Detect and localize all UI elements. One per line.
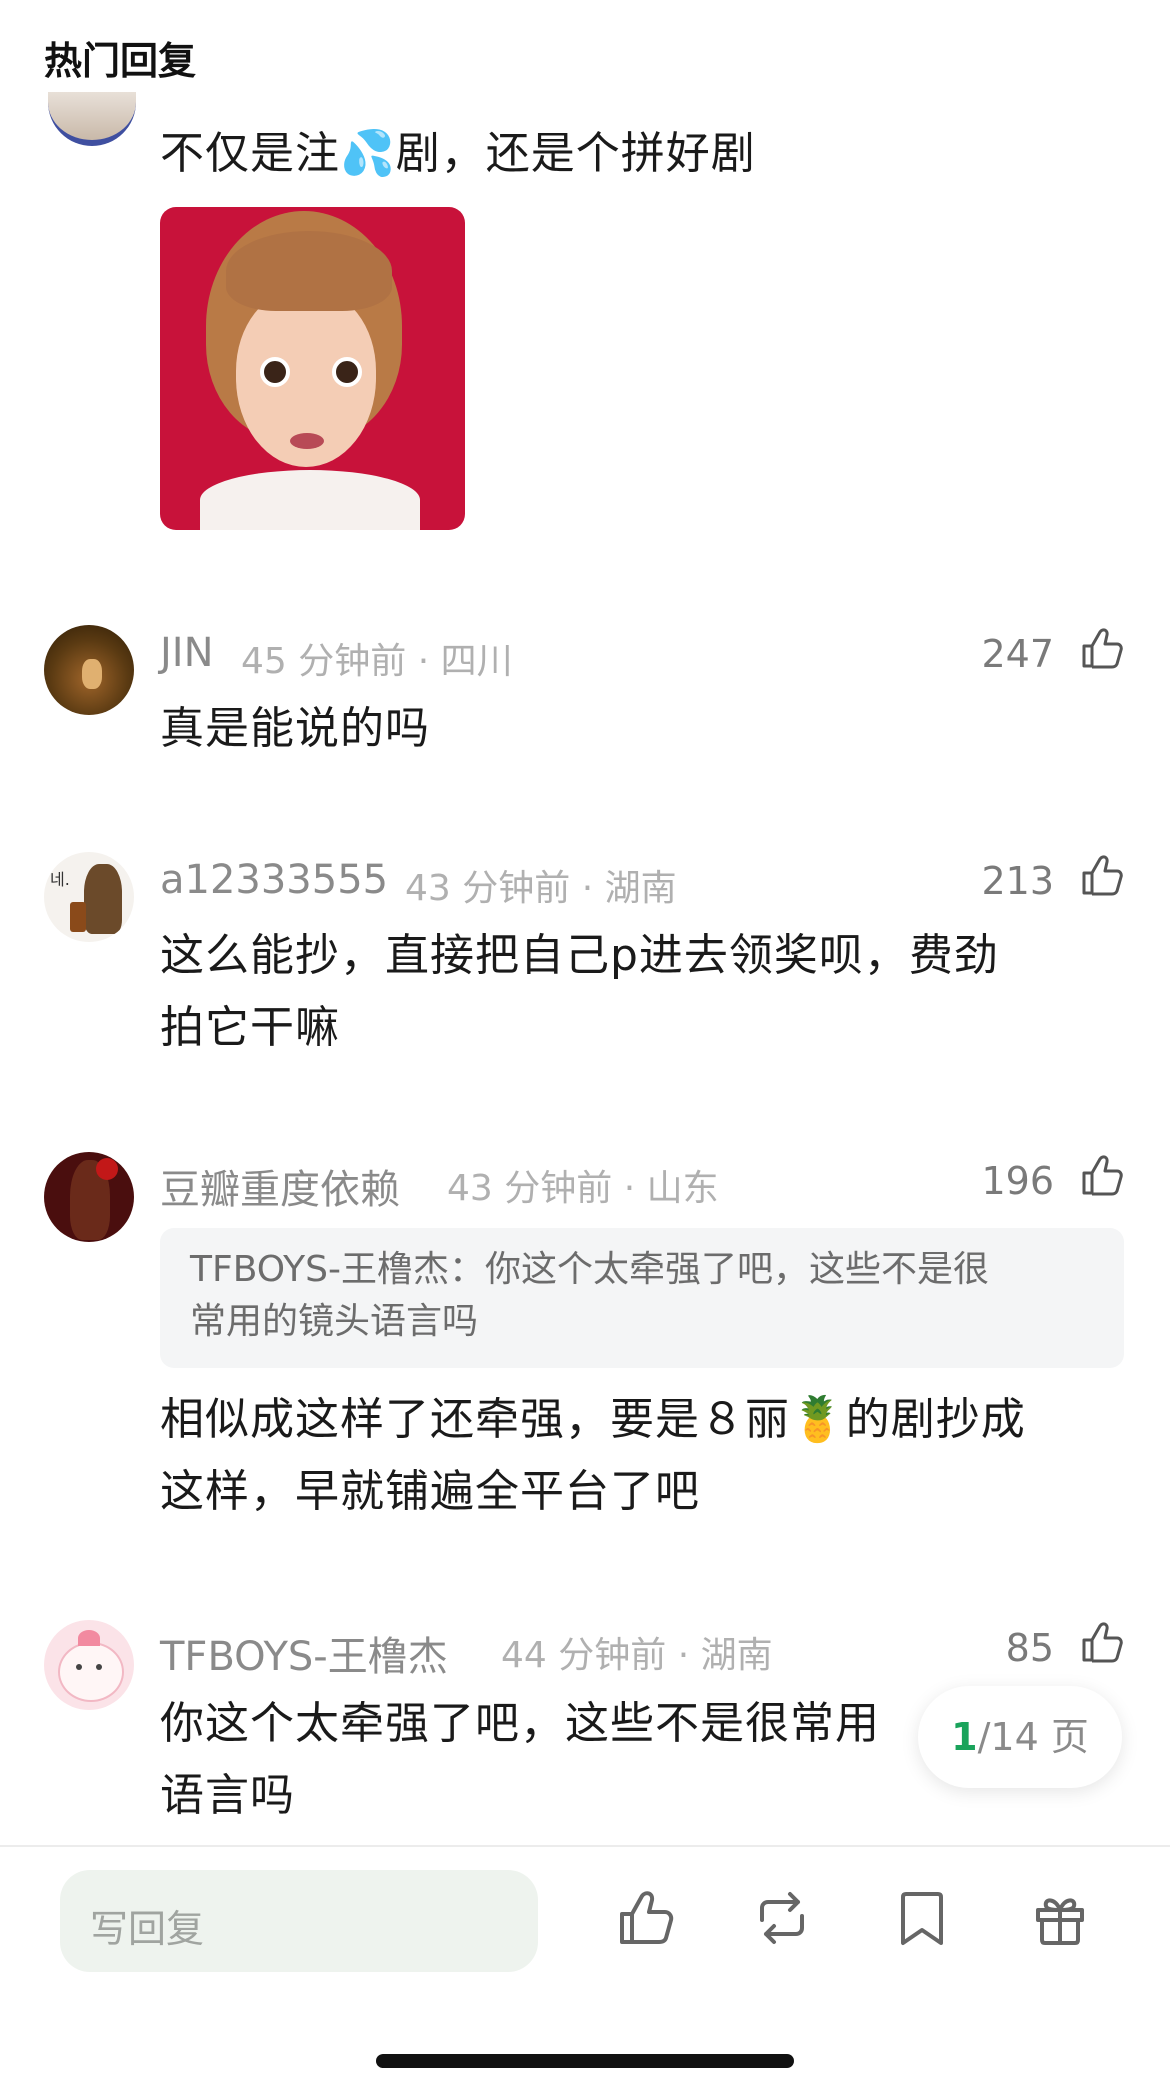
comment-meta: 45 分钟前 · 四川 [241,641,513,682]
reply-input[interactable]: 写回复 [60,1870,538,1972]
thumbs-up-icon[interactable] [1078,851,1126,899]
like-icon[interactable] [614,1886,678,1950]
comment-username[interactable]: TFBOYS-王橹杰 [160,1624,448,1682]
pineapple-emoji: 🍍 [790,1394,846,1445]
avatar[interactable] [48,92,136,146]
droplets-emoji: 💦 [340,128,396,179]
avatar[interactable] [44,1620,134,1710]
like-count: 85 [1005,1626,1054,1670]
bookmark-icon[interactable] [890,1886,954,1950]
comment-meta: 44 分钟前 · 湖南 [501,1635,773,1676]
thumbs-up-icon[interactable] [1078,624,1126,672]
comment-text: 你这个太牵强了吧，这些不是很常用 语言吗 [160,1698,880,1821]
comment-username[interactable]: 豆瓣重度依赖 [160,1157,400,1215]
thumbs-up-icon[interactable] [1078,1151,1126,1199]
like-count: 213 [981,859,1054,903]
thumbs-up-icon[interactable] [1078,1618,1126,1666]
divider [0,1845,1170,1847]
quoted-reply[interactable]: TFBOYS-王橹杰：你这个太牵强了吧，这些不是很 常用的镜头语言吗 [160,1228,1124,1368]
gift-icon[interactable] [1028,1886,1092,1950]
comment-text: 这么能抄，直接把自己p进去领奖呗，费劲 拍它干嘛 [160,930,999,1053]
avatar[interactable]: 네. [44,852,134,942]
home-indicator [376,2054,794,2068]
meme-image[interactable] [160,207,465,530]
like-count: 196 [981,1159,1054,1203]
comment-meta: 43 分钟前 · 山东 [447,1168,719,1209]
section-title: 热门回复 [44,39,197,83]
comment-meta: 43 分钟前 · 湖南 [405,868,677,909]
comment-username[interactable]: a12333555 [160,857,388,903]
comment-text: 真是能说的吗 [160,703,430,754]
avatar[interactable] [44,625,134,715]
avatar[interactable] [44,1152,134,1242]
comment-text: 不仅是注💦剧，还是个拼好剧 [160,128,756,179]
comment-text: 相似成这样了还牵强，要是８丽🍍的剧抄成 这样，早就铺遍全平台了吧 [160,1394,1026,1517]
like-count: 247 [981,632,1054,676]
comment-username[interactable]: JIN [160,630,214,676]
repost-icon[interactable] [750,1886,814,1950]
page-indicator[interactable]: 1/14 页 [918,1686,1122,1788]
